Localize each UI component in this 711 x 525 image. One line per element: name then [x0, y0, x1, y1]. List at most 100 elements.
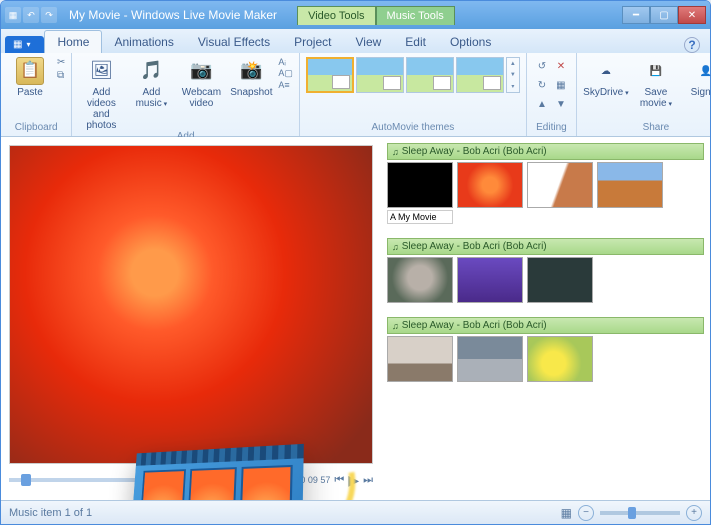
- clipboard-icon: [16, 57, 44, 85]
- tab-animations[interactable]: Animations: [102, 31, 185, 53]
- add-videos-photos-button[interactable]: Add videos and photos: [78, 57, 124, 131]
- add-music-label: Add music: [128, 87, 174, 109]
- group-themes-label: AutoMovie themes: [306, 122, 520, 134]
- title-bar[interactable]: ▦ ↶ ↷ My Movie - Windows Live Movie Make…: [1, 1, 710, 29]
- clip-dark[interactable]: [527, 257, 593, 303]
- rotate-left-icon[interactable]: ↺: [533, 57, 551, 75]
- prev-frame-button[interactable]: ⏮: [334, 474, 344, 487]
- storyboard-pane[interactable]: Sleep Away - Bob Acri (Bob Acri) A My Mo…: [381, 137, 710, 500]
- tab-edit[interactable]: Edit: [393, 31, 438, 53]
- move-up-icon[interactable]: ▲: [533, 95, 551, 113]
- clip-group-3: Sleep Away - Bob Acri (Bob Acri): [387, 317, 704, 382]
- add-music-button[interactable]: Add music: [128, 57, 174, 109]
- preview-pane: 00 00 00/00 09 57 ⏮ ▶ ⏭: [1, 137, 381, 500]
- save-movie-button[interactable]: 💾 Save movie: [633, 57, 679, 109]
- next-frame-button[interactable]: ⏭: [363, 474, 373, 487]
- webcam-video-button[interactable]: Webcam video: [178, 57, 224, 109]
- qat-undo-icon[interactable]: ↶: [23, 7, 39, 23]
- tab-project[interactable]: Project: [282, 31, 343, 53]
- delete-icon[interactable]: ✕: [552, 57, 570, 75]
- photo-icon: [87, 57, 115, 85]
- help-icon[interactable]: ?: [684, 37, 700, 53]
- window-title: My Movie - Windows Live Movie Maker: [69, 8, 277, 22]
- zoom-slider[interactable]: [600, 511, 680, 515]
- minimize-button[interactable]: ━: [622, 6, 650, 24]
- gallery-expand-button[interactable]: ▲▼▾: [506, 57, 520, 93]
- file-menu-button[interactable]: [5, 36, 44, 53]
- title-icon[interactable]: Aᵢ: [278, 57, 293, 67]
- clip-split[interactable]: [527, 162, 593, 208]
- paste-button[interactable]: Paste: [7, 57, 53, 98]
- view-toggle-icon[interactable]: ▦: [561, 506, 572, 520]
- snapshot-label: Snapshot: [230, 87, 272, 98]
- theme-thumb-2[interactable]: [356, 57, 404, 93]
- context-tab-music[interactable]: Music Tools: [376, 6, 455, 25]
- time-display: 00 00 00/00 09 57: [258, 475, 331, 485]
- move-down-icon[interactable]: ▼: [552, 95, 570, 113]
- clip-room[interactable]: [387, 336, 453, 382]
- clip-group-1: Sleep Away - Bob Acri (Bob Acri) A My Mo…: [387, 143, 704, 224]
- tab-view[interactable]: View: [343, 31, 393, 53]
- music-track-1[interactable]: Sleep Away - Bob Acri (Bob Acri): [387, 143, 704, 160]
- status-bar: Music item 1 of 1 ▦ − +: [1, 500, 710, 524]
- music-track-3[interactable]: Sleep Away - Bob Acri (Bob Acri): [387, 317, 704, 334]
- snapshot-button[interactable]: Snapshot: [228, 57, 274, 98]
- play-button[interactable]: ▶: [348, 472, 359, 489]
- workspace: 00 00 00/00 09 57 ⏮ ▶ ⏭ Sleep Away - Bob…: [1, 137, 710, 500]
- clip-koala[interactable]: [387, 257, 453, 303]
- group-editing-label: Editing: [533, 122, 570, 134]
- group-share: ☁ SkyDrive 💾 Save movie 👤 Sign in Share: [577, 53, 711, 136]
- playback-scrubber[interactable]: [9, 478, 254, 482]
- cut-icon[interactable]: ✂: [57, 57, 65, 68]
- clip-group-2: Sleep Away - Bob Acri (Bob Acri): [387, 238, 704, 303]
- quick-access-toolbar: ▦ ↶ ↷: [5, 7, 57, 23]
- skydrive-button[interactable]: ☁ SkyDrive: [583, 57, 629, 98]
- ribbon: Paste ✂ ⧉ Clipboard Add videos and photo…: [1, 53, 710, 137]
- skydrive-label: SkyDrive: [583, 87, 628, 98]
- transport-controls: 00 00 00/00 09 57 ⏮ ▶ ⏭: [9, 468, 373, 492]
- close-button[interactable]: ✕: [678, 6, 706, 24]
- tab-options[interactable]: Options: [438, 31, 503, 53]
- zoom-in-button[interactable]: +: [686, 505, 702, 521]
- clip-flower[interactable]: [457, 162, 523, 208]
- group-clipboard: Paste ✂ ⧉ Clipboard: [1, 53, 72, 136]
- save-movie-label: Save movie: [633, 87, 679, 109]
- qat-redo-icon[interactable]: ↷: [41, 7, 57, 23]
- group-automovie-themes: ▲▼▾ AutoMovie themes: [300, 53, 527, 136]
- clip-desk[interactable]: [457, 336, 523, 382]
- maximize-button[interactable]: ▢: [650, 6, 678, 24]
- user-icon: 👤: [692, 57, 711, 85]
- select-all-icon[interactable]: ▦: [552, 76, 570, 94]
- theme-thumb-4[interactable]: [456, 57, 504, 93]
- copy-icon[interactable]: ⧉: [57, 70, 65, 81]
- contextual-tabs: Video Tools Music Tools: [297, 6, 455, 25]
- theme-thumb-3[interactable]: [406, 57, 454, 93]
- status-text: Music item 1 of 1: [9, 507, 92, 519]
- tab-home[interactable]: Home: [44, 30, 102, 53]
- group-add: Add videos and photos Add music Webcam v…: [72, 53, 300, 136]
- theme-thumb-1[interactable]: [306, 57, 354, 93]
- tab-visual-effects[interactable]: Visual Effects: [186, 31, 282, 53]
- sign-in-label: Sign in: [691, 87, 711, 98]
- clip-black[interactable]: [387, 162, 453, 208]
- music-track-2[interactable]: Sleep Away - Bob Acri (Bob Acri): [387, 238, 704, 255]
- title-clip[interactable]: A My Movie: [387, 210, 453, 224]
- caption-icon[interactable]: A▢: [278, 68, 293, 79]
- context-tab-video[interactable]: Video Tools: [297, 6, 375, 25]
- preview-monitor[interactable]: [9, 145, 373, 464]
- snapshot-icon: [237, 57, 265, 85]
- qat-save-icon[interactable]: ▦: [5, 7, 21, 23]
- clip-tulip[interactable]: [527, 336, 593, 382]
- clip-desert[interactable]: [597, 162, 663, 208]
- app-window: ▦ ↶ ↷ My Movie - Windows Live Movie Make…: [0, 0, 711, 525]
- group-editing: ↺ ✕ ↻ ▦ ▲ ▼ Editing: [527, 53, 577, 136]
- webcam-icon: [187, 57, 215, 85]
- zoom-out-button[interactable]: −: [578, 505, 594, 521]
- clip-purple[interactable]: [457, 257, 523, 303]
- add-videos-label: Add videos and photos: [78, 87, 124, 131]
- sign-in-button[interactable]: 👤 Sign in: [683, 57, 711, 98]
- rotate-right-icon[interactable]: ↻: [533, 76, 551, 94]
- credits-icon[interactable]: A≡: [278, 80, 293, 90]
- theme-gallery: ▲▼▾: [306, 57, 520, 93]
- paste-label: Paste: [17, 87, 43, 98]
